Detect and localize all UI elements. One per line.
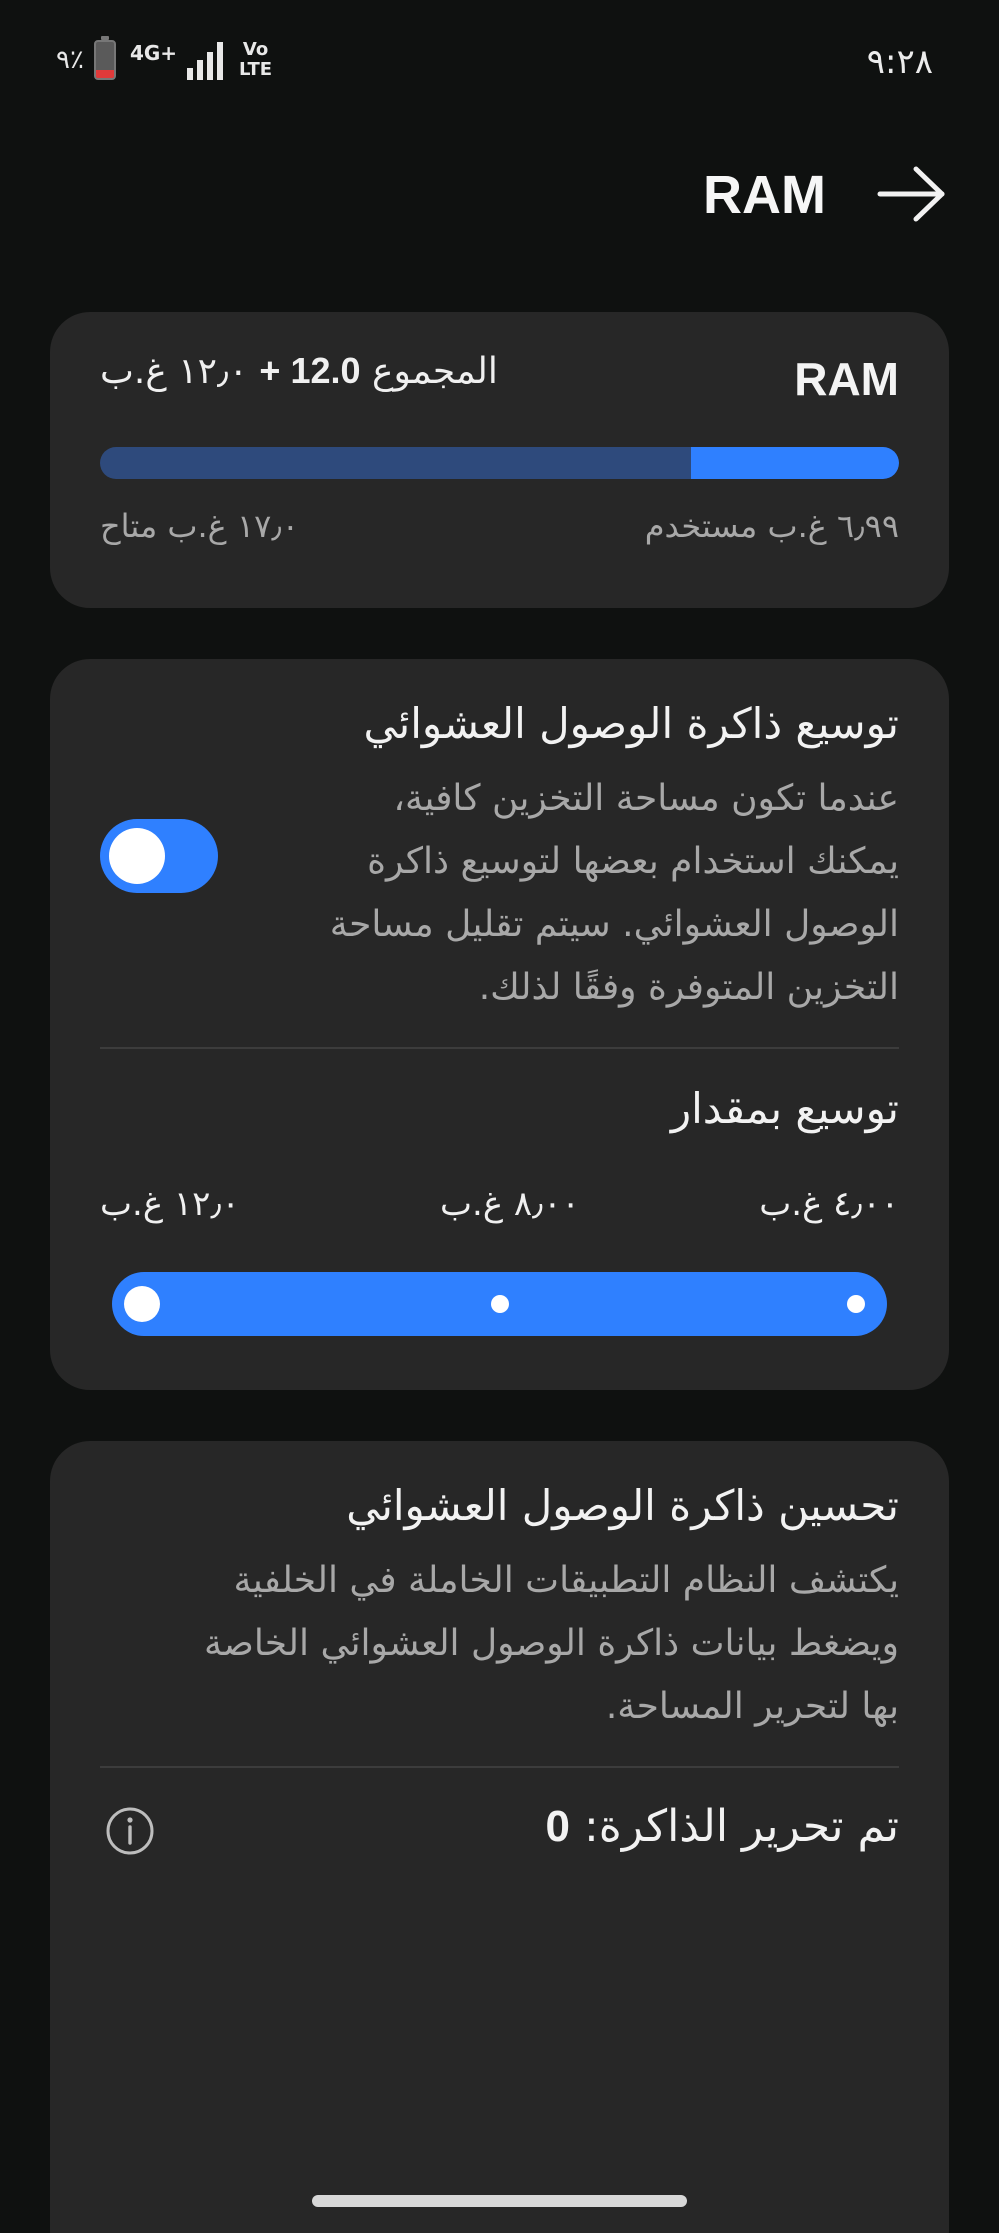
description-line: عندما تكون مساحة التخزين كافية،: [393, 778, 899, 819]
total-label: المجموع: [371, 351, 498, 392]
slider-thumb[interactable]: [124, 1286, 160, 1322]
memory-freed-label: تم تحرير الذاكرة:: [583, 1801, 899, 1852]
optimize-title: تحسين ذاكرة الوصول العشوائي: [346, 1481, 899, 1530]
ram-used-text: ٦٫٩٩ غ.ب مستخدم: [644, 507, 899, 545]
scale-label-8gb[interactable]: ٨٫٠٠ غ.ب: [440, 1184, 580, 1224]
scale-label-12gb-value: ١٢٫٠: [173, 1184, 240, 1224]
status-icons: ٪٩ 4G+ Vo LTE: [56, 36, 272, 80]
description-line: يمكنك استخدام بعضها لتوسيع ذاكرة: [367, 841, 899, 882]
ram-optimize-card: تحسين ذاكرة الوصول العشوائي يكتشف النظام…: [50, 1441, 949, 2233]
volte-icon: Vo LTE: [239, 40, 272, 80]
home-indicator[interactable]: [312, 2195, 687, 2207]
ram-usage-fill: [691, 447, 899, 479]
ram-plus-card[interactable]: توسيع ذاكرة الوصول العشوائي عندما تكون م…: [50, 659, 949, 1390]
volte-bottom: LTE: [239, 59, 273, 80]
scale-label-12gb-unit: غ.ب: [100, 1184, 164, 1224]
ram-usage-card: RAM المجموع 12.0 + ١٢٫٠ غ.ب ٦٫٩٩ غ.ب مست…: [50, 312, 949, 608]
battery-icon: [93, 36, 116, 80]
ram-plus-description: عندما تكون مساحة التخزين كافية، يمكنك اس…: [330, 767, 899, 1019]
arrow-right-icon[interactable]: [874, 164, 950, 224]
slider-step-dot: [491, 1295, 509, 1313]
info-icon[interactable]: [105, 1806, 155, 1856]
network-type: 4G+: [129, 41, 178, 65]
ram-plus-title: توسيع ذاكرة الوصول العشوائي: [363, 699, 900, 748]
description-line: ويضغط بيانات ذاكرة الوصول العشوائي الخاص…: [203, 1623, 899, 1664]
description-line: بها لتحرير المساحة.: [605, 1686, 899, 1727]
ram-total: المجموع 12.0 + ١٢٫٠ غ.ب: [100, 350, 498, 392]
description-line: الوصول العشوائي. سيتم تقليل مساحة: [329, 904, 899, 945]
divider: [100, 1766, 899, 1768]
ram-available-text: ١٧٫٠ غ.ب متاح: [100, 507, 299, 545]
optimize-description: يكتشف النظام التطبيقات الخاملة في الخلفي…: [204, 1549, 899, 1738]
total-extra: ١٢٫٠ غ.ب: [100, 351, 248, 392]
volte-top: Vo: [242, 39, 269, 60]
expand-by-title: توسيع بمقدار: [670, 1084, 899, 1133]
signal-icon: [187, 40, 224, 80]
battery-percent: ٪٩: [56, 45, 84, 75]
ram-card-title: RAM: [794, 353, 899, 405]
toggle-knob: [109, 828, 165, 884]
scale-label-4gb[interactable]: ٤٫٠٠ غ.ب: [759, 1184, 899, 1224]
ram-usage-bar: [100, 447, 899, 479]
scale-label-12gb[interactable]: ١٢٫٠ غ.ب: [100, 1184, 240, 1224]
description-line: التخزين المتوفرة وفقًا لذلك.: [478, 967, 899, 1008]
status-bar: ٪٩ 4G+ Vo LTE ٩:٢٨: [0, 0, 999, 130]
ram-settings-screen: ٪٩ 4G+ Vo LTE ٩:٢٨ RAM RAM المجموع 12.0 …: [0, 0, 999, 2233]
slider-step-dot: [847, 1295, 865, 1313]
page-title: RAM: [703, 165, 826, 225]
total-value: 12.0 +: [259, 350, 361, 391]
memory-freed-value: 0: [545, 1802, 570, 1851]
expand-size-slider[interactable]: [112, 1272, 887, 1336]
description-line: يكتشف النظام التطبيقات الخاملة في الخلفي…: [233, 1560, 899, 1601]
clock: ٩:٢٨: [866, 42, 933, 82]
divider: [100, 1047, 899, 1049]
ram-plus-toggle[interactable]: [100, 819, 218, 893]
app-header: RAM: [0, 150, 999, 240]
memory-freed: تم تحرير الذاكرة: 0: [546, 1801, 900, 1852]
